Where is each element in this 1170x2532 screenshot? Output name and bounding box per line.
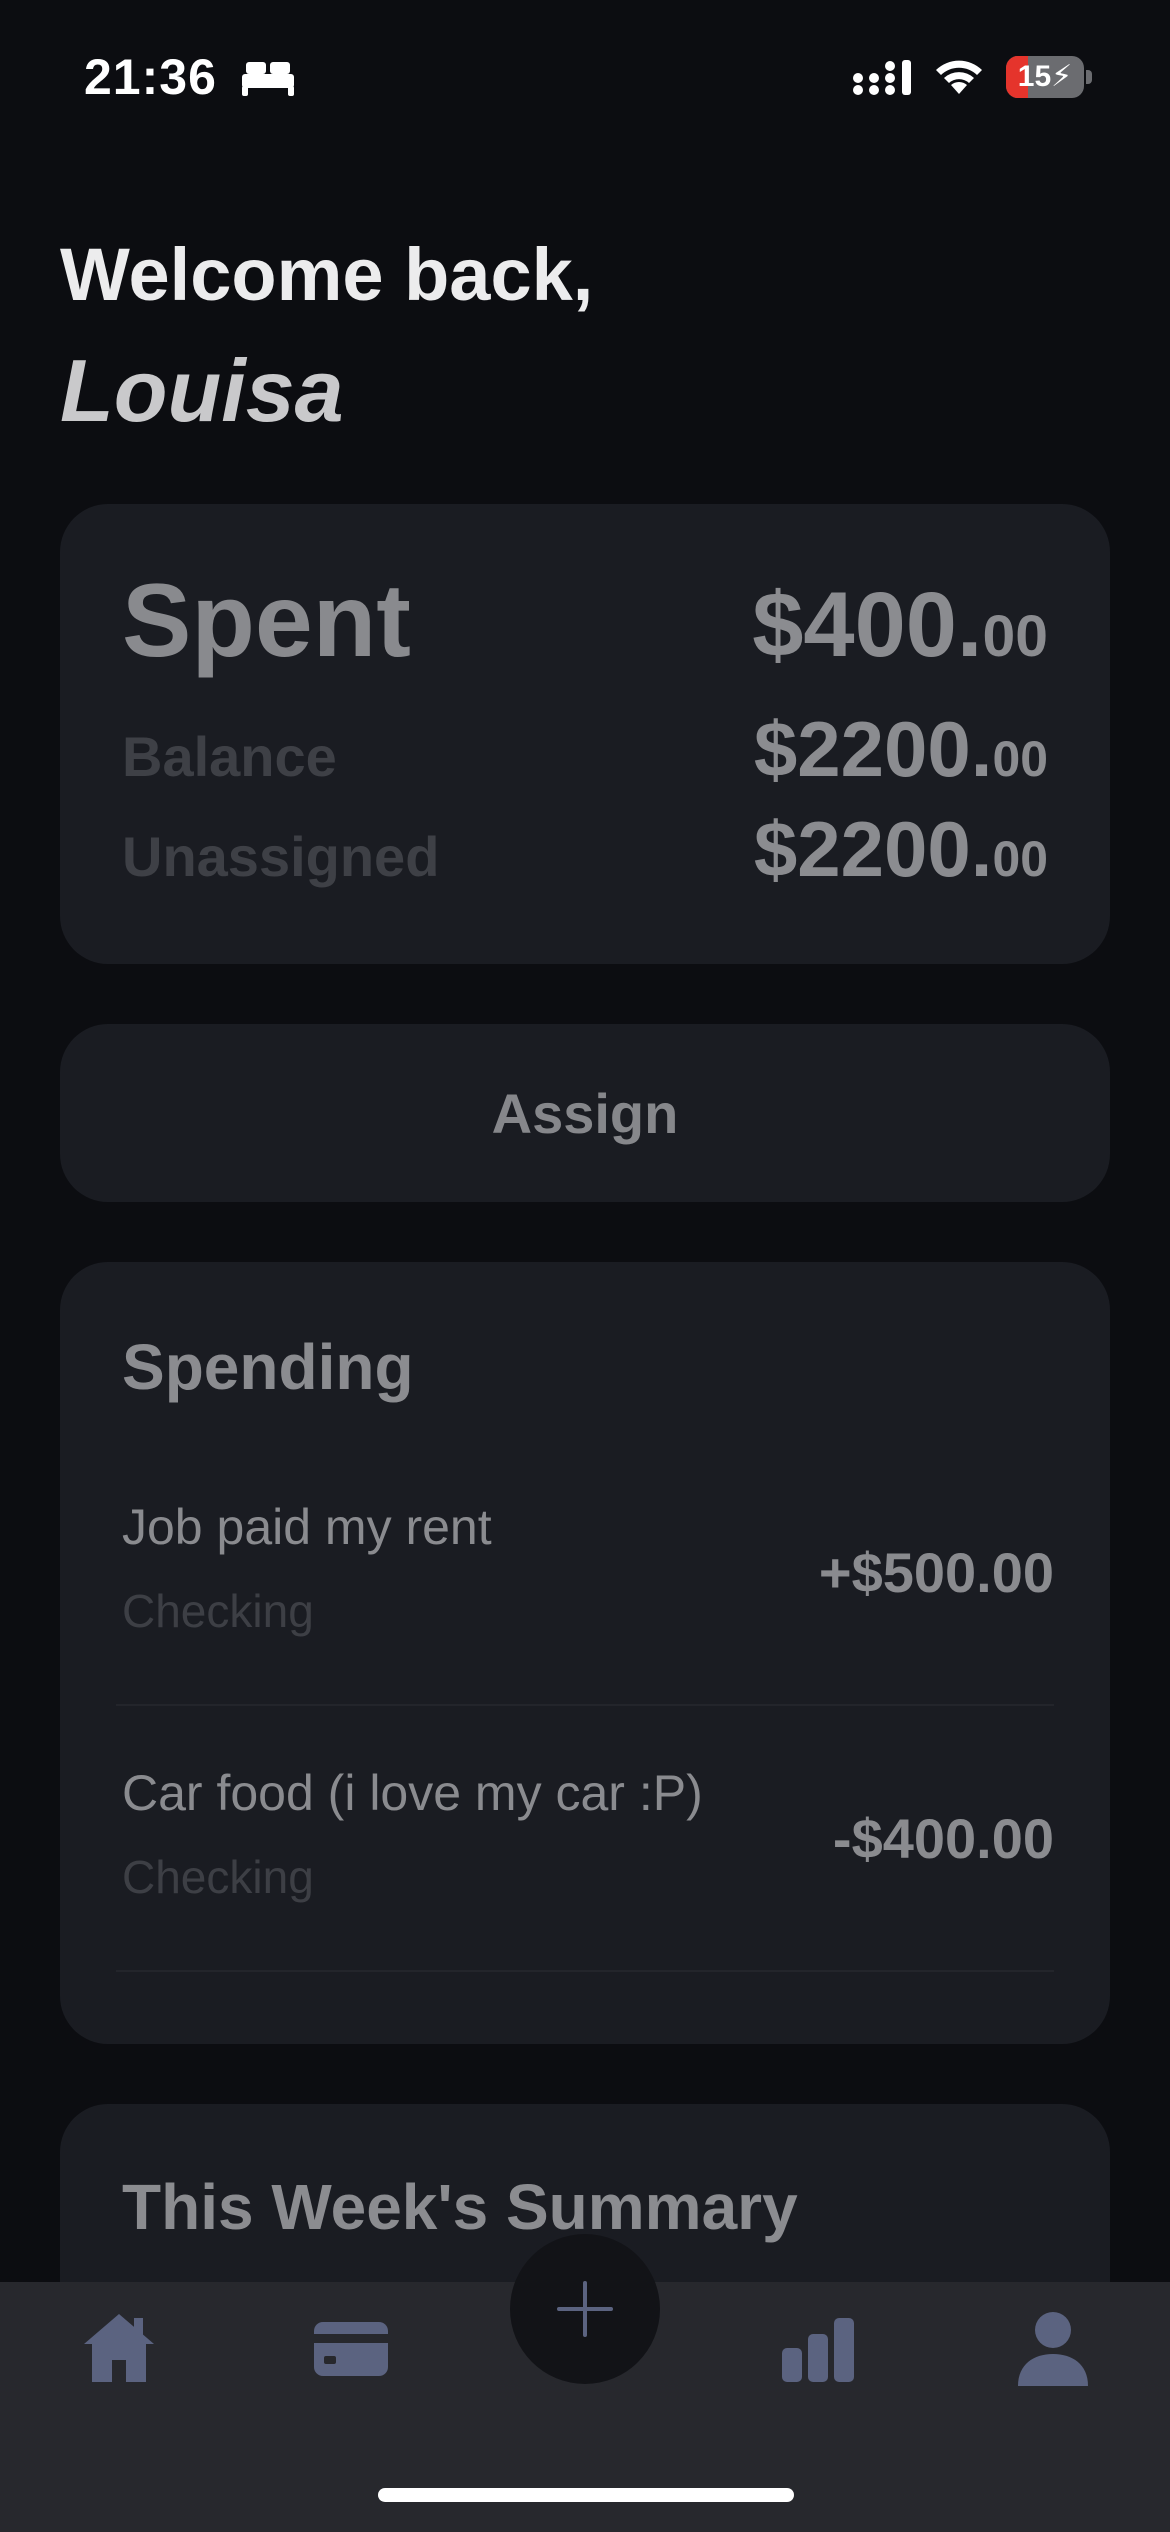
transaction-amount: +$500.00 [818, 1541, 1054, 1604]
profile-icon[interactable] [1008, 2304, 1098, 2394]
transaction-name: Car food (i love my car :P) [122, 1765, 703, 1821]
card-icon[interactable] [306, 2304, 396, 2394]
unassigned-label: Unassigned [122, 825, 440, 888]
battery-icon: 15⚡ [1006, 56, 1092, 98]
transaction-row[interactable]: Job paid my rent Checking +$500.00 [116, 1484, 1054, 1706]
unassigned-row: Unassigned $2200.00 [122, 804, 1048, 895]
assign-button[interactable]: Assign [60, 1024, 1110, 1202]
transaction-account: Checking [122, 1851, 314, 1903]
transaction-account: Checking [122, 1585, 314, 1637]
add-button[interactable] [510, 2234, 660, 2384]
signal-icon [853, 60, 911, 95]
unassigned-amount: $2200.00 [753, 805, 1048, 893]
bed-icon [242, 62, 294, 96]
transaction-name: Job paid my rent [122, 1499, 492, 1555]
spent-amount: $400.00 [752, 574, 1048, 676]
balance-label: Balance [122, 725, 337, 788]
stats-icon[interactable] [774, 2304, 864, 2394]
weekly-summary-title: This Week's Summary [122, 2171, 798, 2243]
balance-summary-card: Spent $400.00 Balance $2200.00 Unassigne… [60, 504, 1110, 964]
status-time: 21:36 [84, 49, 217, 105]
add-icon [557, 2281, 613, 2337]
greeting-heading: Welcome back, [60, 233, 594, 316]
battery-percent: 15⚡ [1017, 60, 1073, 93]
spending-card: Spending Job paid my rent Checking +$500… [60, 1262, 1110, 2044]
home-indicator[interactable] [378, 2488, 794, 2502]
transaction-amount: -$400.00 [832, 1807, 1054, 1870]
transaction-row[interactable]: Car food (i love my car :P) Checking -$4… [116, 1750, 1054, 1972]
assign-button-label: Assign [491, 1081, 679, 1145]
user-name: Louisa [60, 341, 344, 440]
spent-label: Spent [122, 563, 411, 679]
wifi-icon [936, 60, 982, 94]
status-bar: 21:36 15⚡ [0, 0, 1170, 150]
home-icon[interactable] [74, 2304, 164, 2394]
balance-amount: $2200.00 [753, 705, 1048, 793]
spent-row: Spent $400.00 [122, 562, 1048, 681]
spending-title: Spending [122, 1331, 414, 1403]
balance-row: Balance $2200.00 [122, 704, 1048, 795]
